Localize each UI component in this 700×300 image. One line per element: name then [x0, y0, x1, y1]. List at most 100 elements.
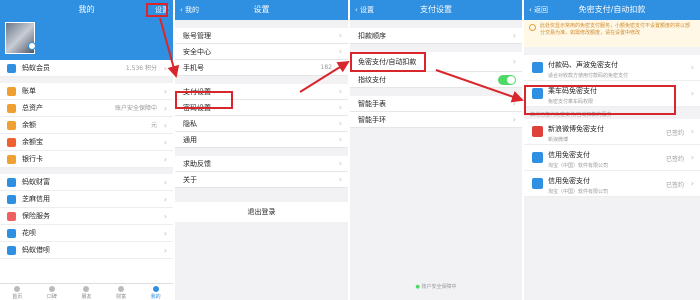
list-item-label: 总资产	[22, 104, 43, 112]
badge-icon	[28, 42, 36, 50]
payment-option-row[interactable]: 扣款顺序 ›	[350, 28, 522, 44]
settings-row[interactable]: 通用 ›	[175, 132, 348, 148]
list-item[interactable]: 芝麻信用 ›	[0, 191, 173, 208]
chevron-right-icon: ›	[338, 63, 342, 72]
asset-list: 账单 › 总资产 账户安全保障中 › 余额 元 › 余额宝 › 银行卡 ›	[0, 83, 173, 168]
tab-item[interactable]: 首页	[0, 284, 35, 300]
logout-button[interactable]: 退出登录	[175, 202, 348, 222]
page-title: 设置	[253, 5, 270, 14]
list-item-label: 花呗	[22, 229, 36, 237]
menu-icon	[7, 155, 16, 164]
settings-row[interactable]: 账号管理 ›	[175, 28, 348, 44]
list-item-label: 银行卡	[22, 155, 43, 163]
my-panel: 我的 设置 蚂蚁会员 1,536 积分 › 账单 › 总资产 账户安全保障中 › 余额元 ›…	[0, 0, 173, 300]
highlight-password-free	[350, 52, 426, 72]
chevron-right-icon: ›	[338, 31, 342, 40]
password-free-navbar: ‹ 返回 免密支付/自动扣款	[524, 0, 700, 20]
payment-option-row[interactable]: 智能手表 ›	[350, 96, 522, 112]
phone-value: 182	[320, 64, 332, 71]
member-item[interactable]: 蚂蚁会员 1,536 积分 ›	[0, 60, 173, 77]
chevron-right-icon: ›	[512, 57, 516, 66]
tab-item[interactable]: 朋友	[69, 284, 104, 300]
back-button[interactable]: ‹ 返回	[529, 0, 548, 20]
chevron-right-icon: ›	[163, 246, 167, 255]
list-item[interactable]: 蚂蚁财富 ›	[0, 174, 173, 191]
chevron-right-icon: ›	[338, 87, 342, 96]
chevron-right-icon: ›	[163, 64, 167, 73]
menu-icon	[7, 138, 16, 147]
help-group: 求助反馈 › 关于 ›	[175, 156, 348, 188]
list-item[interactable]: 保险服务 ›	[0, 208, 173, 225]
tab-item[interactable]: 财富	[104, 284, 139, 300]
highlight-payment-settings	[175, 91, 233, 109]
payment-option-row[interactable]: 智能手环 ›	[350, 112, 522, 128]
service-status: 已签约	[665, 182, 684, 189]
chevron-right-icon: ›	[163, 155, 167, 164]
divider	[175, 148, 348, 156]
settings-row[interactable]: 隐私 ›	[175, 116, 348, 132]
tab-label: 我的	[150, 294, 161, 300]
service-card[interactable]: 付款码、声波免密支付 适合对收款方使用付款码的免密支付 ›	[524, 55, 700, 81]
back-button[interactable]: ‹ 我的	[180, 0, 199, 20]
service-icon	[532, 152, 543, 163]
divider	[350, 44, 522, 52]
settings-row-label: 求助反馈	[183, 160, 211, 168]
service-card[interactable]: 新浪微博免密支付 新浪微博 已签约 ›	[524, 119, 700, 145]
list-item[interactable]: 余额 元 ›	[0, 117, 173, 134]
settings-row-label: 手机号	[183, 64, 204, 72]
list-item-label: 蚂蚁财富	[22, 178, 50, 186]
list-item-label: 保险服务	[22, 212, 50, 220]
divider	[350, 88, 522, 96]
profile-header[interactable]	[0, 20, 173, 60]
chevron-right-icon: ›	[338, 47, 342, 56]
payment-option-row[interactable]: 指纹支付	[350, 72, 522, 88]
chevron-right-icon: ›	[690, 153, 694, 162]
service-card[interactable]: 信用免密支付 淘宝（中国）软件有限公司 已签约 ›	[524, 145, 700, 171]
settings-row[interactable]: 关于 ›	[175, 172, 348, 188]
divider	[175, 76, 348, 84]
info-icon	[529, 24, 536, 31]
menu-icon	[7, 229, 16, 238]
tab-icon	[48, 286, 55, 292]
back-button[interactable]: ‹ 设置	[355, 0, 374, 20]
list-item[interactable]: 花呗 ›	[0, 225, 173, 242]
signed-service-list: 新浪微博免密支付 新浪微博 已签约 › 信用免密支付 淘宝（中国）软件有限公司 已签约 › 信用…	[524, 119, 700, 197]
password-free-panel: ‹ 返回 免密支付/自动扣款 此处仅显示常用的免密支付服务，小额免密支付不设置额…	[524, 0, 700, 300]
service-card[interactable]: 信用免密支付 淘宝（中国）软件有限公司 已签约 ›	[524, 171, 700, 197]
list-item[interactable]: 余额宝 ›	[0, 134, 173, 151]
notice-text: 此处仅显示常用的免密支付服务，小额免密支付不设置额度的将以部分交易为准，如需修改…	[540, 23, 691, 36]
list-item[interactable]: 银行卡 ›	[0, 151, 173, 168]
shield-icon: ●	[415, 284, 420, 290]
chevron-right-icon: ›	[512, 115, 516, 124]
menu-icon	[7, 178, 16, 187]
list-item[interactable]: 总资产 账户安全保障中 ›	[0, 100, 173, 117]
service-icon	[532, 62, 543, 73]
tab-item[interactable]: 我的	[138, 284, 173, 300]
list-item[interactable]: 蚂蚁借呗 ›	[0, 242, 173, 259]
back-label: 返回	[534, 6, 549, 14]
tab-item[interactable]: 口碑	[35, 284, 70, 300]
tab-label: 口碑	[46, 294, 57, 300]
settings-row[interactable]: 手机号 182 ›	[175, 60, 348, 76]
page-title: 我的	[78, 5, 95, 14]
menu-icon	[7, 246, 16, 255]
settings-row-label: 账号管理	[183, 32, 211, 40]
chevron-right-icon: ›	[690, 63, 694, 72]
chevron-right-icon: ›	[163, 104, 167, 113]
notice-banner: 此处仅显示常用的免密支付服务，小额免密支付不设置额度的将以部分交易为准，如需修改…	[524, 20, 700, 47]
member-label: 蚂蚁会员	[22, 64, 50, 72]
service-icon	[532, 126, 543, 137]
settings-row[interactable]: 安全中心 ›	[175, 44, 348, 60]
divider	[350, 20, 522, 28]
settings-row[interactable]: 求助反馈 ›	[175, 156, 348, 172]
list-item-label: 账单	[22, 87, 36, 95]
payment-settings-panel: ‹ 设置 支付设置 扣款顺序 › 免密支付/自动扣款 › 指纹支付 智能手表 › 智能手环 › …	[350, 0, 522, 300]
chevron-right-icon: ›	[338, 135, 342, 144]
member-points: 1,536 积分	[125, 65, 157, 72]
menu-icon	[7, 195, 16, 204]
list-item-label: 余额宝	[22, 138, 43, 146]
list-item[interactable]: 账单 ›	[0, 83, 173, 100]
fingerprint-toggle[interactable]	[498, 75, 516, 85]
settings-row-label: 通用	[183, 136, 197, 144]
highlight-settings	[146, 3, 168, 17]
